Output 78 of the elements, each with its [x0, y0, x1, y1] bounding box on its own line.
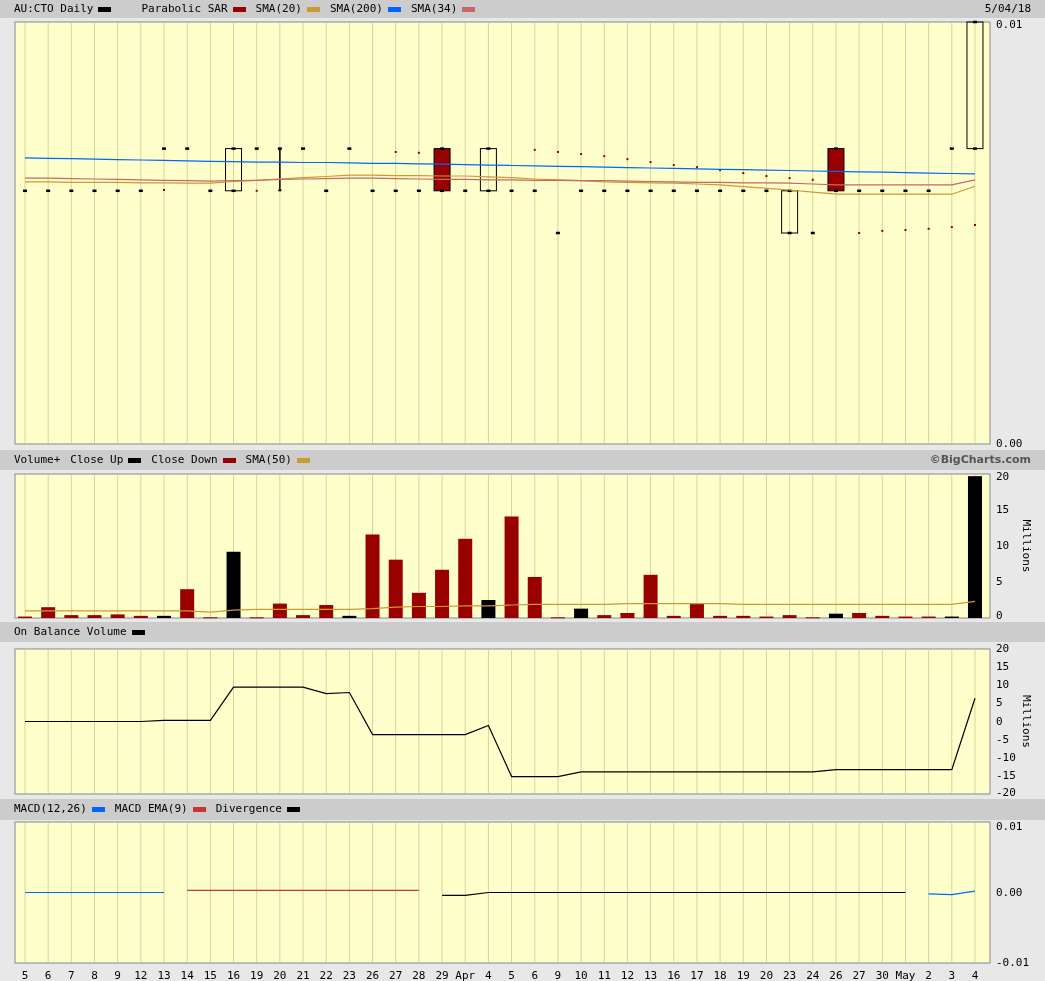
- axis-label: 24: [806, 969, 820, 981]
- axis-label: 29: [435, 969, 449, 981]
- axis-label: 15: [996, 503, 1010, 516]
- legend-label: On Balance Volume: [14, 623, 127, 640]
- chart-title: Volume+: [14, 451, 61, 468]
- axis-label: 27: [852, 969, 866, 981]
- axis-label: 10: [996, 678, 1010, 692]
- legend-label: SMA(50): [245, 451, 292, 468]
- axis-label: 9: [114, 969, 121, 981]
- axis-label: 12: [620, 969, 635, 981]
- axis-title: Millions: [1020, 695, 1033, 748]
- axis-label: 4: [485, 969, 492, 981]
- axis-label: 16: [667, 969, 681, 981]
- axis-label: 11: [597, 969, 611, 981]
- axis-label: Apr: [455, 969, 476, 981]
- legend-label: Close Up: [70, 451, 124, 468]
- axis-label: 5: [996, 696, 1003, 710]
- axis-label: 23: [342, 969, 356, 981]
- axis-label: 16: [226, 969, 241, 981]
- axis-label: 6: [44, 969, 52, 981]
- legend-label: Divergence: [215, 801, 282, 818]
- axis-label: 26: [829, 969, 843, 981]
- axis-label: 5: [996, 575, 1003, 588]
- legend-label: SMA(20): [255, 0, 302, 17]
- axis-label: -5: [996, 732, 1010, 746]
- axis-label: 5: [21, 969, 29, 981]
- axis-title: Millions: [1020, 519, 1033, 573]
- chart-date: 5/04/18: [984, 0, 1031, 17]
- axis-label: 15: [996, 660, 1010, 674]
- axis-label: 20: [759, 969, 774, 981]
- credit-text: ©BigCharts.com: [929, 451, 1031, 468]
- legend-label: Parabolic SAR: [141, 0, 228, 17]
- axis-label: 10: [996, 539, 1010, 552]
- axis-label: 13: [643, 969, 658, 981]
- axis-label: 28: [412, 969, 426, 981]
- axis-label: 22: [319, 969, 333, 981]
- axis-label: 0.01: [996, 820, 1023, 833]
- axis-label: 20: [273, 969, 287, 981]
- axis-label: -20: [996, 786, 1016, 799]
- axis-label: 0.01: [996, 18, 1023, 31]
- legend-label: Close Down: [151, 451, 218, 468]
- axis-label: 17: [690, 969, 704, 981]
- axis-label: -0.01: [996, 956, 1030, 969]
- axis-label: 27: [389, 969, 403, 981]
- axis-label: 20: [996, 642, 1010, 655]
- legend-label: AU:CTO Daily: [14, 0, 94, 17]
- axis-label: 23: [783, 969, 797, 981]
- axis-label: -10: [996, 750, 1016, 764]
- axis-label: -15: [996, 768, 1016, 782]
- legend-label: MACD EMA(9): [114, 801, 188, 818]
- axis-label: 8: [91, 969, 98, 981]
- axis-label: 13: [157, 969, 171, 981]
- axis-label: 0.00: [996, 437, 1023, 450]
- axis-label: 21: [296, 969, 310, 981]
- axis-label: 0: [996, 714, 1003, 728]
- axis-label: 9: [554, 969, 562, 981]
- axis-label: 6: [531, 969, 539, 981]
- axis-label: 0: [996, 609, 1003, 622]
- axis-label: 3: [948, 969, 956, 981]
- legend-label: SMA(34): [410, 0, 458, 17]
- axis-label: May: [895, 969, 916, 981]
- axis-label: 10: [574, 969, 588, 981]
- axis-label: 7: [68, 969, 75, 981]
- axis-label: 4: [971, 969, 979, 981]
- legend-label: SMA(200): [329, 0, 383, 17]
- axis-label: 5: [508, 969, 515, 981]
- axis-label: 2: [925, 969, 932, 981]
- axis-label: 26: [365, 969, 380, 981]
- axis-label: 14: [180, 969, 194, 981]
- axis-label: 15: [203, 969, 217, 981]
- axis-label: 19: [250, 969, 264, 981]
- axis-label: 12: [134, 969, 148, 981]
- legend-label: MACD(12,26): [14, 801, 87, 818]
- axis-label: 30: [875, 969, 889, 981]
- axis-label: 18: [713, 969, 727, 981]
- axis-label: 0.00: [996, 885, 1023, 899]
- axis-label: 19: [736, 969, 750, 981]
- axis-label: 20: [996, 470, 1010, 483]
